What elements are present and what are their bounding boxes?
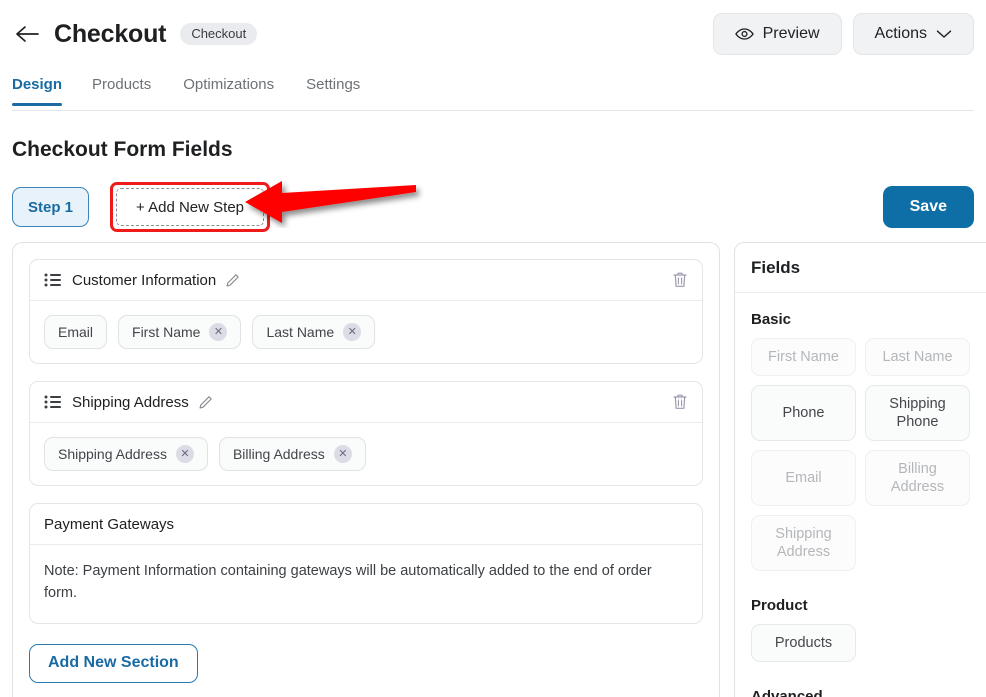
field-group-product: Products — [751, 624, 970, 662]
pencil-edit-icon[interactable] — [225, 273, 240, 288]
field-group-label-basic: Basic — [751, 311, 792, 328]
add-new-section-button[interactable]: Add New Section — [29, 643, 198, 683]
field-group-basic: First Name Last Name Phone Shipping Phon… — [751, 338, 970, 571]
field-option-email: Email — [751, 450, 856, 506]
field-chip[interactable]: Last Name ✕ — [252, 315, 376, 349]
form-section-fields: Shipping Address ✕ Billing Address ✕ — [30, 423, 702, 485]
form-builder-canvas: Customer Information Email First Name ✕ … — [12, 242, 720, 697]
step-toolbar: Step 1 + Add New Step Save — [12, 182, 974, 232]
field-chip-label: Last Name — [266, 324, 335, 340]
page-section-title: Checkout Form Fields — [12, 138, 233, 161]
remove-field-icon[interactable]: ✕ — [209, 323, 228, 341]
step-tab-1[interactable]: Step 1 — [12, 187, 90, 227]
actions-button[interactable]: Actions — [852, 13, 974, 55]
field-chip-label: Shipping Address — [58, 446, 167, 462]
form-section-header: Customer Information — [30, 260, 702, 301]
field-chip[interactable]: Billing Address ✕ — [218, 437, 366, 471]
fields-sidebar: Fields Basic First Name Last Name Phone … — [734, 242, 986, 697]
page-title: Checkout — [54, 19, 167, 48]
tab-products[interactable]: Products — [76, 72, 167, 106]
tab-optimizations[interactable]: Optimizations — [167, 72, 290, 106]
field-option-last-name: Last Name — [865, 338, 970, 376]
field-chip-label: Billing Address — [232, 446, 325, 462]
field-chip-label: First Name — [132, 324, 201, 340]
remove-field-icon[interactable]: ✕ — [343, 323, 362, 341]
field-option-products[interactable]: Products — [751, 624, 856, 662]
add-new-step-highlight: + Add New Step — [110, 182, 271, 232]
fields-panel-title: Fields — [735, 243, 986, 293]
field-option-shipping-address: Shipping Address — [751, 515, 856, 571]
form-section-title: Customer Information — [72, 271, 217, 289]
form-section-customer-information: Customer Information Email First Name ✕ … — [29, 259, 703, 364]
status-badge: Checkout — [180, 23, 258, 45]
field-group-label-advanced: Advanced — [751, 688, 823, 697]
chevron-down-icon — [936, 29, 952, 39]
fields-panel-body: Basic First Name Last Name Phone Shippin… — [735, 293, 986, 697]
back-arrow-icon[interactable] — [12, 19, 42, 49]
tab-bar: Design Products Optimizations Settings — [0, 72, 986, 110]
page-header: Checkout Checkout Preview Actions — [0, 0, 986, 68]
field-group-label-product: Product — [751, 597, 808, 614]
delete-section-icon[interactable] — [672, 271, 688, 289]
add-new-step-button[interactable]: + Add New Step — [116, 188, 265, 226]
delete-section-icon[interactable] — [672, 393, 688, 411]
field-chip[interactable]: Shipping Address ✕ — [44, 437, 208, 471]
actions-button-label: Actions — [874, 25, 927, 42]
pencil-edit-icon[interactable] — [198, 395, 213, 410]
remove-field-icon[interactable]: ✕ — [175, 445, 194, 463]
eye-icon — [734, 27, 754, 41]
form-section-header: Payment Gateways — [30, 504, 702, 545]
checkout-form-fields-page: Checkout Checkout Preview Actions Design… — [0, 0, 986, 697]
form-section-shipping-address: Shipping Address Shipping Address ✕ Bill… — [29, 381, 703, 486]
tab-design[interactable]: Design — [12, 72, 76, 106]
form-section-payment-gateways: Payment Gateways Note: Payment Informati… — [29, 503, 703, 624]
header-actions: Preview Actions — [712, 13, 974, 55]
form-section-title: Payment Gateways — [44, 515, 175, 533]
tab-settings[interactable]: Settings — [290, 72, 376, 106]
save-button[interactable]: Save — [882, 186, 974, 228]
preview-button-label: Preview — [762, 25, 820, 42]
preview-button[interactable]: Preview — [712, 13, 842, 55]
field-option-first-name: First Name — [751, 338, 856, 376]
field-option-shipping-phone[interactable]: Shipping Phone — [865, 385, 970, 441]
payment-gateways-note: Note: Payment Information containing gat… — [44, 563, 652, 601]
field-chip[interactable]: First Name ✕ — [118, 315, 242, 349]
field-option-phone[interactable]: Phone — [751, 385, 856, 441]
field-chip-label: Email — [58, 324, 94, 340]
form-section-header: Shipping Address — [30, 382, 702, 423]
tab-bar-divider — [12, 110, 974, 111]
field-option-billing-address: Billing Address — [865, 450, 970, 506]
list-icon[interactable] — [44, 395, 61, 409]
field-chip[interactable]: Email — [44, 315, 108, 349]
form-section-title: Shipping Address — [72, 393, 189, 411]
list-icon[interactable] — [44, 273, 61, 287]
remove-field-icon[interactable]: ✕ — [333, 445, 352, 463]
form-section-fields: Email First Name ✕ Last Name ✕ — [30, 301, 702, 363]
